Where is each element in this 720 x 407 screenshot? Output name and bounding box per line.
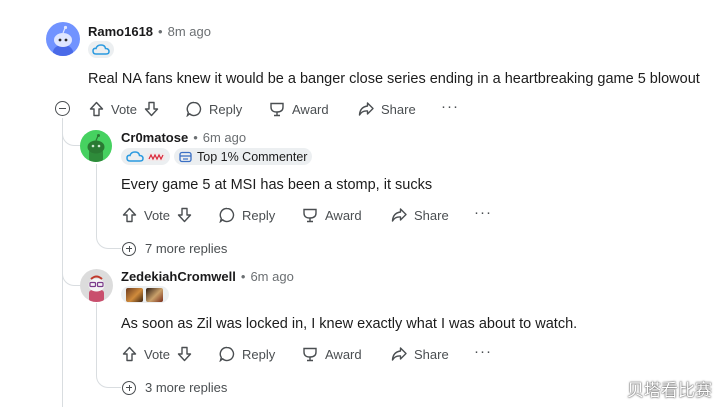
award-button[interactable]: Award: [302, 207, 362, 223]
thread-line-reply: [96, 164, 97, 234]
minus-icon: [59, 107, 66, 109]
expand-plus-icon: [122, 241, 136, 256]
award-button[interactable]: Award: [269, 101, 329, 117]
award-icon: [303, 347, 317, 362]
more-replies-button[interactable]: 7 more replies: [122, 241, 227, 256]
thread-connector: [62, 260, 81, 286]
timestamp[interactable]: 8m ago: [168, 24, 211, 39]
downvote-icon[interactable]: [177, 207, 192, 223]
share-icon: [391, 347, 407, 361]
comment-text: As soon as Zil was locked in, I knew exa…: [121, 316, 578, 332]
award-label: Award: [292, 101, 329, 117]
watermark: 贝塔看比赛: [627, 381, 712, 401]
downvote-icon[interactable]: [144, 101, 159, 117]
username[interactable]: Cr0matose: [121, 130, 188, 145]
more-options-button[interactable]: ···: [441, 98, 459, 115]
avatar[interactable]: [46, 22, 80, 56]
reply-label: Reply: [242, 207, 276, 223]
more-options-button[interactable]: ···: [474, 204, 492, 221]
award-label: Award: [325, 346, 362, 362]
expand-plus-icon: [122, 380, 136, 395]
share-icon: [391, 208, 407, 222]
user-flair: [88, 41, 114, 58]
avatar[interactable]: [80, 130, 112, 162]
more-replies-label: 7 more replies: [145, 241, 228, 256]
downvote-icon[interactable]: [177, 346, 192, 362]
collapse-button[interactable]: [55, 101, 70, 116]
thread-line-reply: [96, 303, 97, 373]
share-label: Share: [381, 101, 416, 117]
thread-connector: [96, 228, 121, 249]
award-button[interactable]: Award: [302, 346, 362, 362]
more-replies-label: 3 more replies: [145, 380, 228, 395]
comment-text: Every game 5 at MSI has been a stomp, it…: [121, 177, 433, 193]
share-label: Share: [414, 207, 449, 223]
timestamp[interactable]: 6m ago: [250, 269, 293, 284]
reply-label: Reply: [209, 101, 243, 117]
award-icon: [270, 102, 284, 117]
comment-bubble-icon: [219, 207, 235, 223]
reply-button[interactable]: Reply: [219, 346, 275, 362]
user-flair: [121, 148, 170, 165]
champion-portrait-icon: [146, 287, 163, 302]
comment-bubble-icon: [219, 346, 235, 362]
vote-label: Vote: [144, 207, 171, 223]
separator: •: [240, 269, 246, 284]
cloud9-icon: [126, 150, 144, 162]
comment-text: Real NA fans knew it would be a banger c…: [88, 71, 700, 87]
vote-label: Vote: [111, 101, 138, 117]
vote-button[interactable]: Vote: [89, 101, 159, 117]
vote-label: Vote: [144, 346, 171, 362]
more-replies-button[interactable]: 3 more replies: [122, 380, 227, 395]
cloud9-icon: [92, 43, 110, 55]
champion-portrait-icon: [126, 287, 143, 302]
award-icon: [303, 208, 317, 223]
top-commenter-badge: Top 1% Commenter: [174, 148, 313, 165]
upvote-icon: [122, 207, 137, 223]
upvote-icon: [122, 346, 137, 362]
reply-button[interactable]: Reply: [219, 207, 275, 223]
user-flair: [121, 286, 169, 303]
vote-button[interactable]: Vote: [122, 207, 192, 223]
vote-button[interactable]: Vote: [122, 346, 192, 362]
separator: •: [158, 24, 163, 39]
team-logo-icon: [147, 152, 165, 161]
username[interactable]: ZedekiahCromwell: [121, 269, 236, 284]
reply-button[interactable]: Reply: [186, 101, 242, 117]
timestamp[interactable]: 6m ago: [203, 130, 246, 145]
share-label: Share: [414, 346, 449, 362]
thread-connector: [62, 126, 81, 146]
separator: •: [193, 130, 198, 145]
top-commenter-label: Top 1% Commenter: [197, 149, 308, 164]
award-label: Award: [325, 207, 362, 223]
share-button[interactable]: Share: [391, 207, 449, 223]
more-options-button[interactable]: ···: [474, 343, 492, 360]
reply-label: Reply: [242, 346, 276, 362]
avatar[interactable]: [80, 269, 113, 302]
top-commenter-icon: [179, 151, 192, 162]
share-button[interactable]: Share: [391, 346, 449, 362]
share-icon: [358, 102, 374, 116]
username[interactable]: Ramo1618: [88, 24, 153, 39]
comment-bubble-icon: [186, 101, 202, 117]
upvote-icon: [89, 101, 104, 117]
thread-connector: [96, 368, 121, 388]
share-button[interactable]: Share: [358, 101, 416, 117]
